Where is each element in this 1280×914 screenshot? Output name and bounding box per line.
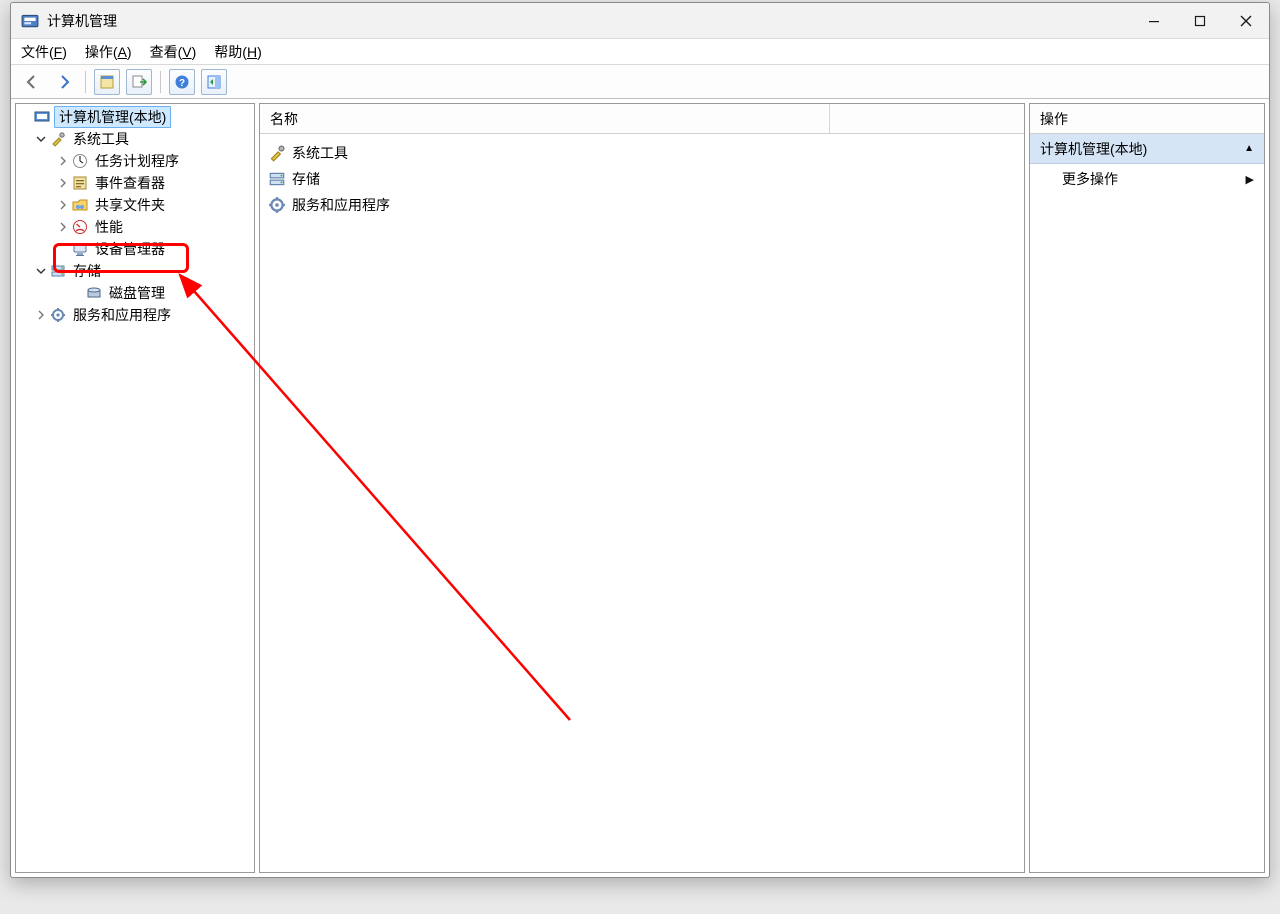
expander-none	[56, 242, 70, 256]
expander-closed-icon[interactable]	[56, 198, 70, 212]
tree-services-apps[interactable]: 服务和应用程序	[16, 304, 254, 326]
list-header: 名称	[260, 104, 1024, 134]
list-item[interactable]: 服务和应用程序	[264, 192, 1020, 218]
performance-icon	[72, 219, 88, 235]
services-icon	[268, 196, 286, 214]
close-button[interactable]	[1223, 3, 1269, 39]
menu-help[interactable]: 帮助(H)	[214, 42, 261, 62]
menu-action[interactable]: 操作(A)	[85, 42, 132, 62]
window-title: 计算机管理	[47, 11, 117, 31]
expander-closed-icon[interactable]	[56, 176, 70, 190]
maximize-button[interactable]	[1177, 3, 1223, 39]
storage-icon	[268, 170, 286, 188]
expander-closed-icon[interactable]	[56, 154, 70, 168]
expander-open-icon[interactable]	[34, 132, 48, 146]
list-item[interactable]: 存储	[264, 166, 1020, 192]
tree-label: 事件查看器	[95, 175, 165, 191]
list-item-label: 系统工具	[292, 143, 348, 163]
column-header-label: 名称	[270, 109, 298, 129]
list-item-label: 存储	[292, 169, 320, 189]
help-button[interactable]: ?	[169, 69, 195, 95]
actions-more-label: 更多操作	[1062, 169, 1118, 189]
actions-header: 操作	[1030, 104, 1264, 134]
list-pane: 名称 系统工具 存储 服务和应用程序	[259, 103, 1025, 873]
collapse-icon: ▲	[1244, 143, 1254, 154]
export-list-button[interactable]	[126, 69, 152, 95]
toolbar-separator	[85, 71, 86, 93]
tree-label: 磁盘管理	[109, 285, 165, 301]
disk-icon	[86, 285, 102, 301]
menu-file[interactable]: 文件(F)	[21, 42, 67, 62]
tree-label: 性能	[95, 219, 123, 235]
tree-root[interactable]: 计算机管理(本地)	[16, 106, 254, 128]
tree-performance[interactable]: 性能	[16, 216, 254, 238]
nav-back-button[interactable]	[19, 69, 45, 95]
list-item[interactable]: 系统工具	[264, 140, 1020, 166]
nav-forward-button[interactable]	[51, 69, 77, 95]
shared-folder-icon	[72, 197, 88, 213]
show-hide-actions-button[interactable]	[201, 69, 227, 95]
menubar: 文件(F) 操作(A) 查看(V) 帮助(H)	[11, 39, 1269, 65]
app-icon	[21, 12, 39, 30]
actions-section-label: 计算机管理(本地)	[1040, 139, 1147, 159]
actions-header-label: 操作	[1040, 109, 1068, 129]
expander-closed-icon[interactable]	[34, 308, 48, 322]
event-viewer-icon	[72, 175, 88, 191]
tree-label: 共享文件夹	[95, 197, 165, 213]
tree-label: 计算机管理(本地)	[59, 109, 166, 125]
tree-shared-folders[interactable]: 共享文件夹	[16, 194, 254, 216]
tools-icon	[50, 131, 66, 147]
tree-disk-management[interactable]: 磁盘管理	[16, 282, 254, 304]
menu-view[interactable]: 查看(V)	[150, 42, 197, 62]
tree-system-tools[interactable]: 系统工具	[16, 128, 254, 150]
services-icon	[50, 307, 66, 323]
tree-label: 任务计划程序	[95, 153, 179, 169]
tree-label: 存储	[73, 263, 101, 279]
tree[interactable]: 计算机管理(本地) 系统工具 任务计划程序 事件查看器	[16, 104, 254, 328]
titlebar: 计算机管理	[11, 3, 1269, 39]
chevron-right-icon: ▶	[1246, 173, 1254, 186]
tree-pane: 计算机管理(本地) 系统工具 任务计划程序 事件查看器	[15, 103, 255, 873]
body: 计算机管理(本地) 系统工具 任务计划程序 事件查看器	[11, 99, 1269, 877]
expander-none	[70, 286, 84, 300]
storage-icon	[50, 263, 66, 279]
actions-pane: 操作 计算机管理(本地) ▲ 更多操作 ▶	[1029, 103, 1265, 873]
list-body: 系统工具 存储 服务和应用程序	[260, 134, 1024, 224]
tree-label: 系统工具	[73, 131, 129, 147]
computer-icon	[34, 109, 50, 125]
column-header-name[interactable]: 名称	[260, 104, 830, 133]
expander-open-icon[interactable]	[34, 264, 48, 278]
clock-icon	[72, 153, 88, 169]
tree-event-viewer[interactable]: 事件查看器	[16, 172, 254, 194]
actions-more[interactable]: 更多操作 ▶	[1030, 164, 1264, 194]
tree-storage[interactable]: 存储	[16, 260, 254, 282]
device-manager-icon	[72, 241, 88, 257]
svg-text:?: ?	[179, 78, 185, 89]
toolbar: ?	[11, 65, 1269, 99]
list-item-label: 服务和应用程序	[292, 195, 390, 215]
actions-section[interactable]: 计算机管理(本地) ▲	[1030, 134, 1264, 164]
expander-none	[18, 110, 32, 124]
computer-management-window: 计算机管理 文件(F) 操作(A) 查看(V) 帮助(H)	[10, 2, 1270, 878]
tree-label: 服务和应用程序	[73, 307, 171, 323]
properties-button[interactable]	[94, 69, 120, 95]
expander-closed-icon[interactable]	[56, 220, 70, 234]
tree-label: 设备管理器	[95, 241, 165, 257]
toolbar-separator	[160, 71, 161, 93]
tree-device-manager[interactable]: 设备管理器	[16, 238, 254, 260]
tree-task-scheduler[interactable]: 任务计划程序	[16, 150, 254, 172]
tools-icon	[268, 144, 286, 162]
minimize-button[interactable]	[1131, 3, 1177, 39]
